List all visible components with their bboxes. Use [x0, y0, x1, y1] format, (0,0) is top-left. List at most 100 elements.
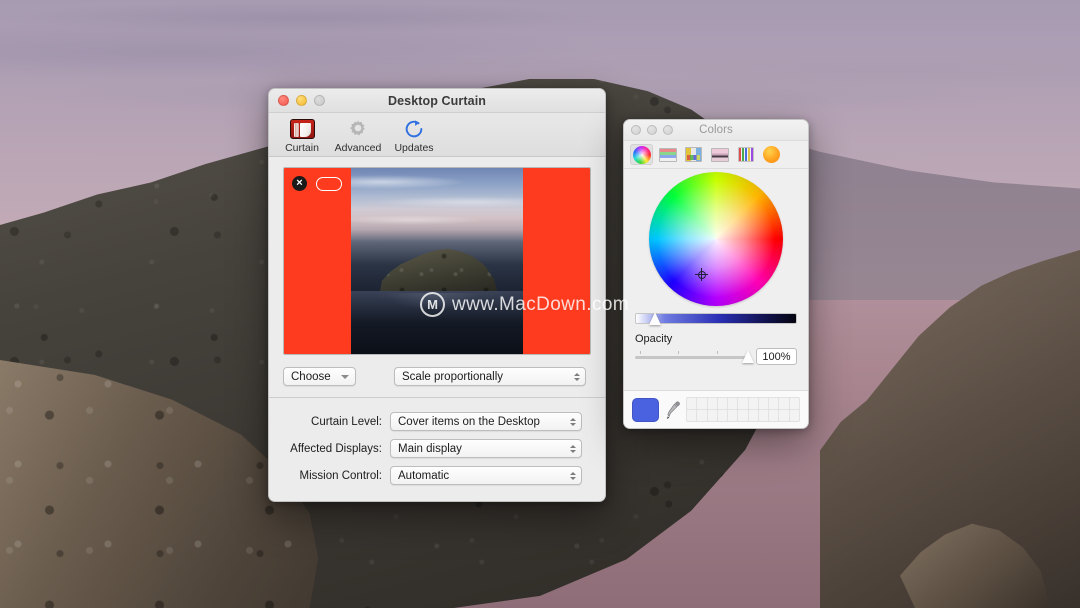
chevron-down-icon: [341, 375, 349, 379]
opacity-label: Opacity: [635, 333, 797, 345]
color-swatch-cell[interactable]: [728, 410, 737, 421]
color-swatch-cell[interactable]: [708, 398, 717, 409]
affected-displays-value: Main display: [398, 443, 462, 455]
color-palettes-icon: [685, 147, 702, 162]
color-wheel-area[interactable]: [624, 169, 808, 309]
color-swatch-cell[interactable]: [718, 398, 727, 409]
toolbar-tab-updates-label: Updates: [394, 142, 433, 154]
opacity-slider-ticks: [635, 351, 749, 355]
toolbar-tab-advanced[interactable]: Advanced: [331, 115, 385, 154]
color-sliders-tab[interactable]: [656, 144, 679, 165]
stepper-arrows-icon: [570, 472, 576, 480]
choose-button[interactable]: Choose: [283, 367, 356, 386]
color-swatch-cell[interactable]: [738, 398, 747, 409]
pencils-icon: [738, 147, 754, 162]
current-color-swatch[interactable]: [632, 398, 659, 422]
opacity-slider-knob[interactable]: [742, 350, 754, 363]
curtain-preview-wrap: ×: [269, 167, 605, 355]
image-palettes-tab[interactable]: [708, 144, 731, 165]
colors-titlebar[interactable]: Colors: [624, 120, 808, 141]
toolbar-tab-curtain-label: Curtain: [285, 142, 319, 154]
pencils-tab[interactable]: [734, 144, 757, 165]
curtain-level-label: Curtain Level:: [283, 416, 390, 428]
scale-popup[interactable]: Scale proportionally: [394, 367, 586, 386]
affected-displays-label: Affected Displays:: [283, 443, 390, 455]
sun-swatch-icon: [763, 146, 780, 163]
color-swatch-cell[interactable]: [697, 410, 706, 421]
color-swatch-cell[interactable]: [769, 410, 778, 421]
refresh-icon: [401, 117, 427, 141]
color-swatch-cell[interactable]: [759, 398, 768, 409]
color-swatch-cell[interactable]: [728, 398, 737, 409]
zoom-button: [314, 95, 325, 106]
curtain-right-panel: [523, 168, 590, 354]
curtain-wallpaper-preview: [351, 168, 523, 354]
curtain-left-panel: [284, 168, 351, 354]
curtain-settings-form: Curtain Level: Cover items on the Deskto…: [269, 398, 605, 485]
color-swatch-cell[interactable]: [790, 398, 799, 409]
minimize-button[interactable]: [647, 125, 657, 135]
color-swatch-cell[interactable]: [708, 410, 717, 421]
toolbar-tab-advanced-label: Advanced: [335, 142, 382, 154]
color-swatch-bar: [624, 390, 808, 428]
preview-close-icon[interactable]: ×: [292, 176, 307, 191]
affected-displays-popup[interactable]: Main display: [390, 439, 582, 458]
curtain-traffic-lights[interactable]: [269, 95, 325, 106]
color-wheel-tab[interactable]: [630, 144, 653, 165]
desktop-curtain-window[interactable]: Desktop Curtain Curtain Advan: [268, 88, 606, 502]
color-swatch-cell[interactable]: [718, 410, 727, 421]
color-swatch-cell[interactable]: [769, 398, 778, 409]
color-swatch-cell[interactable]: [759, 410, 768, 421]
colors-toolbar[interactable]: [624, 141, 808, 169]
opacity-block: Opacity 100%: [624, 324, 808, 365]
brightness-slider-knob[interactable]: [649, 312, 661, 325]
setting-row-curtain-level: Curtain Level: Cover items on the Deskto…: [283, 412, 591, 431]
mission-control-label: Mission Control:: [283, 470, 390, 482]
colors-traffic-lights[interactable]: [624, 120, 673, 140]
opacity-row: 100%: [635, 348, 797, 365]
curtain-titlebar[interactable]: Desktop Curtain: [269, 89, 605, 113]
color-palettes-tab[interactable]: [682, 144, 705, 165]
close-button[interactable]: [631, 125, 641, 135]
setting-row-affected-displays: Affected Displays: Main display: [283, 439, 591, 458]
stepper-arrows-icon: [570, 418, 576, 426]
color-swatch-cell[interactable]: [697, 398, 706, 409]
selected-color-tab[interactable]: [760, 144, 783, 165]
minimize-button[interactable]: [296, 95, 307, 106]
toolbar-tab-curtain[interactable]: Curtain: [275, 115, 329, 154]
brightness-slider[interactable]: [635, 313, 797, 324]
color-swatch-cell[interactable]: [790, 410, 799, 421]
color-wheel-crosshair-icon[interactable]: [695, 268, 708, 281]
brightness-slider-wrap: [624, 309, 808, 324]
image-palettes-icon: [711, 148, 729, 162]
color-swatch-cell[interactable]: [779, 410, 788, 421]
close-button[interactable]: [278, 95, 289, 106]
color-swatch-cell[interactable]: [749, 398, 758, 409]
preview-controls[interactable]: ×: [292, 176, 342, 191]
color-swatch-grid[interactable]: [686, 397, 800, 422]
mission-control-popup[interactable]: Automatic: [390, 466, 582, 485]
zoom-button[interactable]: [663, 125, 673, 135]
curtain-toolbar[interactable]: Curtain Advanced: [269, 113, 605, 157]
opacity-value-field[interactable]: 100%: [756, 348, 797, 365]
color-sliders-icon: [659, 148, 677, 162]
curtain-level-value: Cover items on the Desktop: [398, 416, 540, 428]
toolbar-tab-updates[interactable]: Updates: [387, 115, 441, 154]
setting-row-mission-control: Mission Control: Automatic: [283, 466, 591, 485]
curtain-icon: [289, 117, 315, 141]
eyedropper-icon[interactable]: [665, 398, 680, 422]
color-wheel[interactable]: [649, 172, 783, 306]
mission-control-value: Automatic: [398, 470, 449, 482]
curtain-level-popup[interactable]: Cover items on the Desktop: [390, 412, 582, 431]
colors-panel-window[interactable]: Colors Opacity: [623, 119, 809, 429]
curtain-preview[interactable]: ×: [283, 167, 591, 355]
opacity-slider[interactable]: [635, 350, 749, 364]
color-swatch-cell[interactable]: [738, 410, 747, 421]
preview-color-swatch-button[interactable]: [316, 177, 342, 191]
color-swatch-cell[interactable]: [687, 410, 696, 421]
stepper-arrows-icon: [570, 445, 576, 453]
color-swatch-cell[interactable]: [687, 398, 696, 409]
color-swatch-cell[interactable]: [779, 398, 788, 409]
color-swatch-cell[interactable]: [749, 410, 758, 421]
desktop-wallpaper: Desktop Curtain Curtain Advan: [0, 0, 1080, 608]
